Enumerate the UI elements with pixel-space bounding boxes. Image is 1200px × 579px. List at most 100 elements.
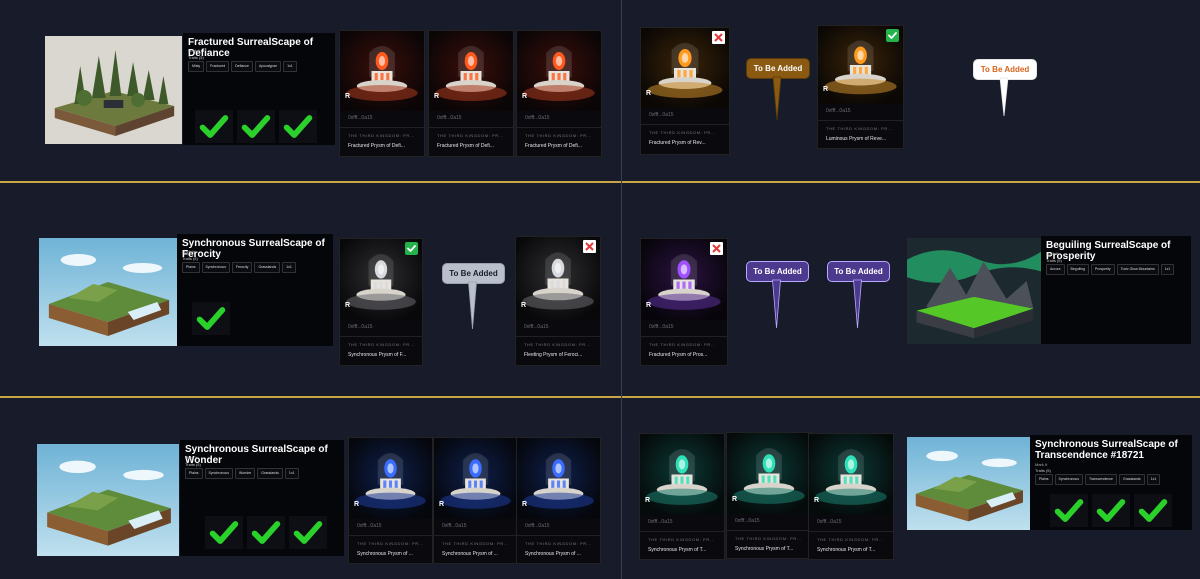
- card-divider: [349, 535, 432, 536]
- prysm-card[interactable]: R 0xfff...0a15 THE THIRD KINGDOM: PR... Syn…: [339, 238, 423, 366]
- scape-detail-panel: Beguiling SurrealScape of Prosperity Mark…: [1041, 236, 1191, 344]
- trait-chip[interactable]: Synchronous: [204, 468, 233, 479]
- column-divider: [621, 0, 622, 579]
- scape-image: [39, 238, 177, 346]
- collection-logo-icon: R: [439, 501, 445, 508]
- trait-chip[interactable]: Prosperity: [1090, 264, 1115, 275]
- prysm-card[interactable]: R 0xfff...0a15 THE THIRD KINGDOM: PR... Syn…: [516, 437, 601, 564]
- to-be-added-callout: To Be Added: [827, 261, 890, 329]
- trait-chip[interactable]: 1x1: [283, 61, 297, 72]
- collection-name: THE THIRD KINGDOM: PR...: [357, 541, 424, 546]
- trait-chip[interactable]: Grasslands: [257, 468, 283, 479]
- scape-image: [907, 437, 1030, 530]
- trait-chip[interactable]: Toxic Glow Mountains: [1116, 264, 1159, 275]
- check-mark-icon: [205, 516, 243, 549]
- card-divider: [340, 336, 422, 337]
- trait-chip[interactable]: Plains: [1035, 474, 1053, 485]
- prysm-card[interactable]: R 0xfff...0a15 THE THIRD KINGDOM: PR... Fra…: [640, 27, 730, 155]
- trait-chip[interactable]: 1x1: [284, 468, 299, 479]
- collection-name: THE THIRD KINGDOM: PR...: [817, 537, 884, 542]
- prysm-card[interactable]: R 0xfff...0a15 THE THIRD KINGDOM: PR... Lum…: [817, 25, 904, 149]
- trait-chip[interactable]: Grasslands: [254, 262, 281, 273]
- check-mark-icon: [1134, 494, 1172, 527]
- check-mark-icon: [237, 110, 275, 143]
- traits-label: Traits (5): [182, 256, 198, 261]
- trait-chip[interactable]: Plains: [182, 262, 200, 273]
- verified-check-icon: [405, 242, 418, 255]
- prysm-card[interactable]: R 0xfff...0a15 THE THIRD KINGDOM: PR... Fle…: [515, 236, 601, 366]
- callout-pointer: [468, 281, 477, 330]
- prysm-card[interactable]: R 0xfff...0a15 THE THIRD KINGDOM: PR... Syn…: [433, 437, 518, 564]
- prysm-name: Synchronous Prysm of ...: [525, 551, 581, 557]
- callout-pointer: [853, 279, 862, 329]
- prysm-card[interactable]: R 0xfff...0a15 THE THIRD KINGDOM: PR... Fra…: [516, 30, 602, 157]
- owner-address: 0xfff...0a15: [525, 115, 550, 121]
- prysm-card[interactable]: R 0xfff...0a15 THE THIRD KINGDOM: PR... Syn…: [808, 433, 894, 560]
- callout-pointer: [772, 279, 781, 329]
- trait-chip[interactable]: 1x1: [1146, 474, 1161, 485]
- check-mark-icon: [247, 516, 285, 549]
- trait-chip[interactable]: Plains: [185, 468, 203, 479]
- prysm-name: Fractured Prysm of Defi...: [525, 143, 582, 149]
- trait-chip[interactable]: Transcendence: [1084, 474, 1117, 485]
- prysm-name: Synchronous Prysm of ...: [442, 551, 498, 557]
- check-mark-icon: [1092, 494, 1130, 527]
- owner-address: 0xfff...0a15: [735, 518, 760, 524]
- collection-logo-icon: R: [345, 93, 351, 100]
- check-mark-icon: [279, 110, 317, 143]
- trait-chip[interactable]: 1x1: [282, 262, 296, 273]
- rejected-cross-icon: [710, 242, 723, 255]
- trait-chip[interactable]: Synchronous: [1054, 474, 1083, 485]
- scape-title: Fractured SurrealScape of Defiance: [188, 37, 314, 59]
- verified-check-icon: [886, 29, 899, 42]
- check-mark-icon: [1050, 494, 1088, 527]
- collection-name: THE THIRD KINGDOM: PR...: [649, 130, 716, 135]
- collection-logo-icon: R: [522, 501, 528, 508]
- prysm-image: [429, 31, 513, 111]
- prysm-card[interactable]: R 0xfff...0a15 THE THIRD KINGDOM: PR... Fra…: [428, 30, 514, 157]
- trait-chip[interactable]: 1x1: [1160, 264, 1175, 275]
- trait-chip[interactable]: Grasslands: [1118, 474, 1145, 485]
- trait-chip[interactable]: Synchronous: [201, 262, 230, 273]
- owner-address: 0xfff...0a15: [817, 519, 842, 525]
- owner-address: 0xfff...0a15: [649, 324, 674, 330]
- prysm-card[interactable]: R 0xfff...0a15 THE THIRD KINGDOM: PR... Syn…: [726, 432, 812, 559]
- prysm-name: Synchronous Prysm of T...: [648, 547, 707, 553]
- owner-label: Mark It: [1046, 251, 1059, 256]
- prysm-card[interactable]: R 0xfff...0a15 THE THIRD KINGDOM: PR... Fra…: [339, 30, 425, 157]
- card-divider: [517, 535, 600, 536]
- prysm-card[interactable]: R 0xfff...0a15 THE THIRD KINGDOM: PR... Fra…: [640, 238, 728, 366]
- collection-logo-icon: R: [522, 93, 528, 100]
- scape-title: Synchronous SurrealScape of Ferocity: [182, 238, 325, 260]
- traits-label: Traits (5): [185, 462, 201, 467]
- traits-label: Traits (5): [1046, 258, 1062, 263]
- prysm-image: [640, 434, 724, 515]
- traits-row: Misty Fractured Defiance Apocalypse 1x1: [188, 61, 297, 72]
- to-be-added-callout: To Be Added: [973, 59, 1037, 117]
- trait-chip[interactable]: Defiance: [231, 61, 253, 72]
- card-divider: [641, 124, 729, 125]
- trait-chip[interactable]: Wonder: [234, 468, 256, 479]
- trait-chip[interactable]: Apocalypse: [254, 61, 282, 72]
- to-be-added-callout: To Be Added: [746, 261, 809, 329]
- prysm-image: [517, 438, 600, 519]
- owner-address: 0xfff...0a15: [357, 523, 382, 529]
- card-divider: [340, 127, 424, 128]
- callout-pointer: [999, 77, 1009, 117]
- prysm-name: Synchronous Prysm of T...: [735, 546, 794, 552]
- prysm-image: [349, 438, 432, 519]
- trait-chip[interactable]: Misty: [188, 61, 205, 72]
- trait-chip[interactable]: Beguiling: [1066, 264, 1089, 275]
- trait-chip[interactable]: Fractured: [206, 61, 230, 72]
- owner-label: Mark It: [185, 455, 198, 460]
- prysm-name: Fractured Prysm of Rev...: [649, 140, 706, 146]
- to-be-added-callout: To Be Added: [746, 58, 810, 121]
- trait-chip[interactable]: Ferocity: [231, 262, 253, 273]
- prysm-name: Fleeting Prysm of Feroci...: [524, 352, 583, 358]
- to-be-added-callout: To Be Added: [442, 263, 505, 330]
- prysm-name: Luminous Prysm of Reve...: [826, 136, 887, 142]
- prysm-card[interactable]: R 0xfff...0a15 THE THIRD KINGDOM: PR... Syn…: [348, 437, 433, 564]
- prysm-card[interactable]: R 0xfff...0a15 THE THIRD KINGDOM: PR... Syn…: [639, 433, 725, 560]
- trait-chip[interactable]: Aurora: [1046, 264, 1065, 275]
- collection-name: THE THIRD KINGDOM: PR...: [826, 126, 893, 131]
